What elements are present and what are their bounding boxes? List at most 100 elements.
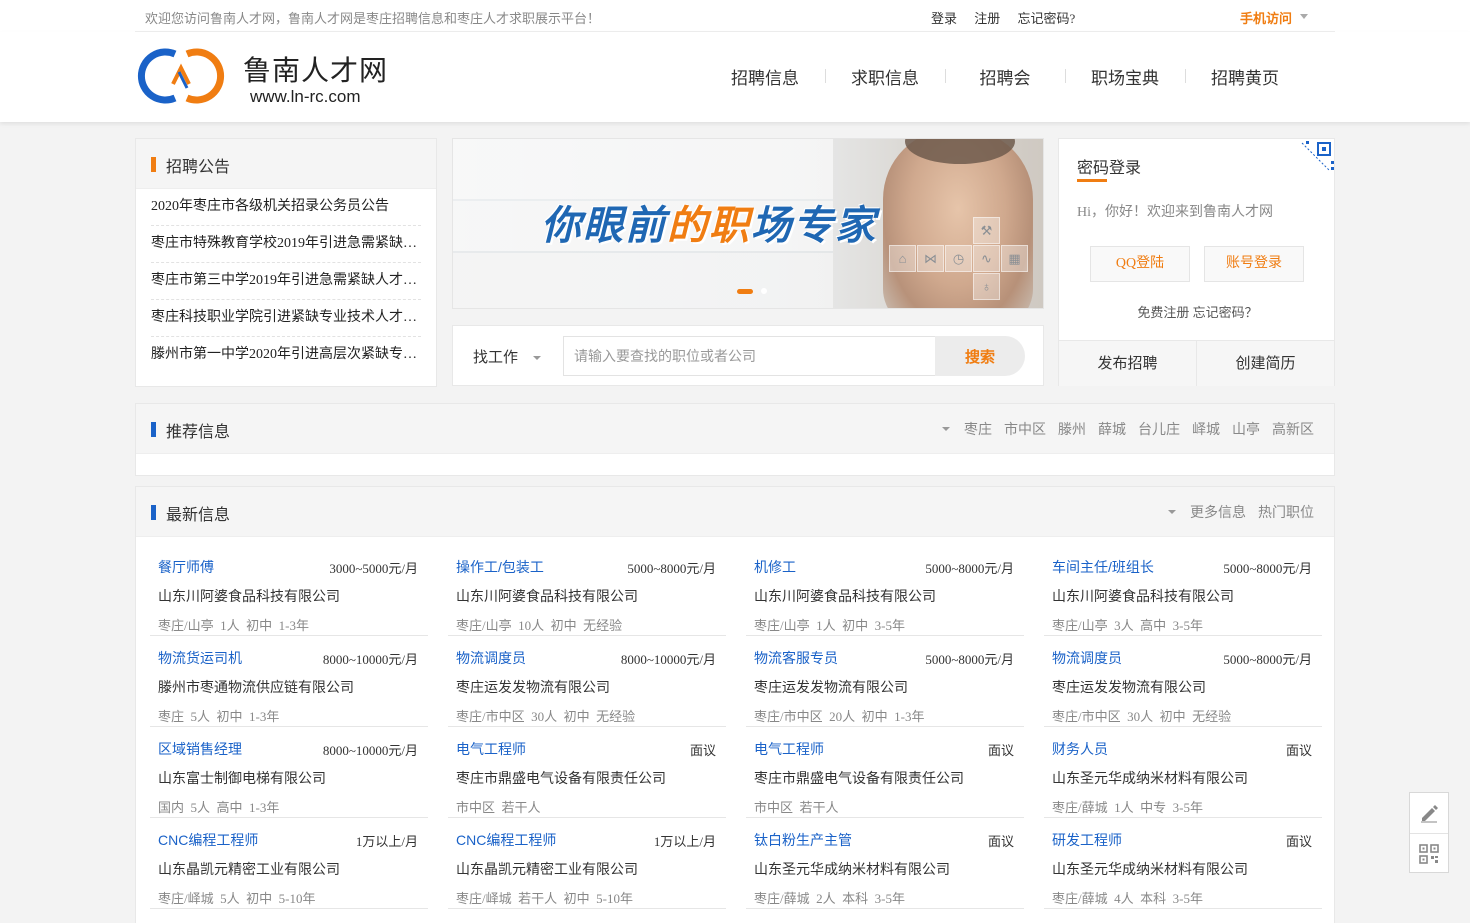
job-salary: 面议 [1285, 834, 1312, 849]
job-title-link[interactable]: 财务人员 [1052, 739, 1314, 759]
login-links: 免费注册 忘记密码？ [1059, 302, 1336, 321]
job-salary: 5000~8000元/月 [627, 561, 716, 576]
carousel-dot-active[interactable] [737, 288, 753, 294]
job-salary: 面议 [1285, 743, 1312, 758]
job-meta: 枣庄/峄城 若干人 初中 5-10年 [456, 891, 633, 906]
notice-item[interactable]: 枣庄市特殊教育学校2019年引进急需紧缺人才公告 [151, 226, 421, 263]
nav-yellow-pages[interactable]: 招聘黄页 [1185, 64, 1305, 88]
job-card[interactable]: 操作工/包装工 5000~8000元/月 山东川阿婆食品科技有限公司 枣庄/山亭 10… [448, 545, 726, 636]
job-company-link[interactable]: 枣庄市鼎盛电气设备有限责任公司 [456, 768, 718, 788]
job-meta: 枣庄/山亭 1人 初中 3-5年 [754, 618, 905, 633]
login-link[interactable]: 登录 [931, 11, 957, 26]
login-title[interactable]: 密码登录 [1077, 154, 1141, 178]
search-input[interactable] [563, 336, 935, 376]
job-company-link[interactable]: 枣庄运发发物流有限公司 [456, 677, 718, 697]
job-card[interactable]: 餐厅师傅 3000~5000元/月 山东川阿婆食品科技有限公司 枣庄/山亭 1人 初中… [150, 545, 428, 636]
job-company-link[interactable]: 山东川阿婆食品科技有限公司 [158, 586, 420, 606]
job-salary: 面议 [987, 743, 1014, 758]
create-resume-button[interactable]: 创建简历 [1196, 341, 1334, 386]
latest-title: 最新信息 [166, 507, 231, 524]
job-company-link[interactable]: 山东圣元华成纳米材料有限公司 [754, 859, 1016, 879]
forgot-password-link[interactable]: 忘记密码？ [1193, 305, 1258, 320]
job-card[interactable]: 区域销售经理 8000~10000元/月 山东富士制御电梯有限公司 国内 5人 高中 … [150, 727, 428, 818]
job-title-link[interactable]: 研发工程师 [1052, 830, 1314, 850]
bulb-icon: ♁ [973, 273, 1000, 300]
nav-jobseeker-info[interactable]: 求职信息 [825, 64, 945, 88]
hot-jobs-link[interactable]: 热门职位 [1258, 502, 1314, 522]
job-card[interactable]: 研发工程师 面议 山东圣元华成纳米材料有限公司 枣庄/薛城 4人 本科 3-5年 [1044, 818, 1322, 909]
carousel-dot[interactable] [761, 288, 767, 294]
job-company-link[interactable]: 山东圣元华成纳米材料有限公司 [1052, 859, 1314, 879]
notices-panel: 招聘公告 2020年枣庄市各级机关招录公务员公告 枣庄市特殊教育学校2019年引… [135, 138, 437, 387]
register-link[interactable]: 注册 [974, 11, 1000, 26]
feedback-button[interactable] [1410, 793, 1448, 833]
job-card[interactable]: CNC编程工程师 1万以上/月 山东晶凯元精密工业有限公司 枣庄/峄城 若干人 初中 … [448, 818, 726, 909]
more-info-link[interactable]: 更多信息 [1190, 502, 1246, 522]
job-company-link[interactable]: 山东川阿婆食品科技有限公司 [1052, 586, 1314, 606]
account-login-button[interactable]: 账号登录 [1204, 246, 1304, 282]
search-box: 找工作 搜索 [452, 325, 1044, 386]
section-marker [151, 157, 156, 172]
job-company-link[interactable]: 山东圣元华成纳米材料有限公司 [1052, 768, 1314, 788]
job-card[interactable]: 物流货运司机 8000~10000元/月 滕州市枣通物流供应链有限公司 枣庄 5人 初… [150, 636, 428, 727]
notice-item[interactable]: 2020年枣庄市各级机关招录公务员公告 [151, 189, 421, 226]
nav-recruit-info[interactable]: 招聘信息 [705, 64, 825, 88]
filter-taierzhuang[interactable]: 台儿庄 [1138, 419, 1180, 439]
job-card[interactable]: 钛白粉生产主管 面议 山东圣元华成纳米材料有限公司 枣庄/薛城 2人 本科 3-5年 [746, 818, 1024, 909]
job-card[interactable]: 电气工程师 面议枣庄市鼎盛电气设备有限责任公司市中区 若干人 [746, 727, 1024, 818]
free-register-link[interactable]: 免费注册 [1137, 305, 1189, 320]
qr-code-icon[interactable] [1298, 139, 1334, 175]
nav-career-guide[interactable]: 职场宝典 [1065, 64, 1185, 88]
job-card[interactable]: 财务人员 面议 山东圣元华成纳米材料有限公司 枣庄/薛城 1人 中专 3-5年 [1044, 727, 1322, 818]
job-company-link[interactable]: 枣庄市鼎盛电气设备有限责任公司 [754, 768, 1016, 788]
job-card[interactable]: 机修工 5000~8000元/月 山东川阿婆食品科技有限公司 枣庄/山亭 1人 初中 … [746, 545, 1024, 636]
filter-xuecheng[interactable]: 薛城 [1098, 419, 1126, 439]
job-title-link[interactable]: 电气工程师 [456, 739, 718, 759]
job-company-link[interactable]: 枣庄运发发物流有限公司 [754, 677, 1016, 697]
filter-tengzhou[interactable]: 滕州 [1058, 419, 1086, 439]
job-company-link[interactable]: 山东川阿婆食品科技有限公司 [456, 586, 718, 606]
filter-shizhong[interactable]: 市中区 [1004, 419, 1046, 439]
job-salary: 面议 [689, 743, 716, 758]
notice-item[interactable]: 枣庄市第三中学2019年引进急需紧缺人才公告 [151, 263, 421, 300]
job-company-link[interactable]: 山东富士制御电梯有限公司 [158, 768, 420, 788]
search-button[interactable]: 搜索 [935, 336, 1025, 376]
job-card[interactable]: 电气工程师 面议 枣庄市鼎盛电气设备有限责任公司 市中区 若干人 [448, 727, 726, 818]
forgot-password-link[interactable]: 忘记密码? [1018, 11, 1076, 26]
slogan-highlight: 的职 [667, 204, 751, 248]
notice-item[interactable]: 枣庄科技职业学院引进紧缺专业技术人才公告 [151, 300, 421, 337]
carousel-dots [737, 288, 767, 294]
mobile-access-link[interactable]: 手机访问 [1240, 8, 1292, 27]
qr-code-button[interactable] [1410, 833, 1448, 873]
filter-gaoxin[interactable]: 高新区 [1272, 419, 1314, 439]
qq-login-button[interactable]: QQ登陆 [1090, 246, 1190, 282]
search-type-select[interactable]: 找工作 [473, 346, 518, 367]
filter-shanting[interactable]: 山亭 [1232, 419, 1260, 439]
job-company-link[interactable]: 山东晶凯元精密工业有限公司 [456, 859, 718, 879]
filter-zaozhuang[interactable]: 枣庄 [964, 419, 992, 439]
job-title-link[interactable]: 电气工程师 [754, 739, 1016, 759]
job-card[interactable]: 物流调度员 5000~8000元/月 枣庄运发发物流有限公司 枣庄/市中区 30人 初… [1044, 636, 1322, 727]
job-meta: 枣庄/市中区 30人 初中 无经验 [456, 709, 636, 724]
job-meta: 市中区 若干人 [754, 800, 839, 815]
wrench-icon: ⚒ [973, 217, 1000, 244]
job-company-link[interactable]: 枣庄运发发物流有限公司 [1052, 677, 1314, 697]
job-card[interactable]: CNC编程工程师 1万以上/月 山东晶凯元精密工业有限公司 枣庄/峄城 5人 初中 5… [150, 818, 428, 909]
post-job-button[interactable]: 发布招聘 [1059, 341, 1196, 386]
job-company-link[interactable]: 滕州市枣通物流供应链有限公司 [158, 677, 420, 697]
trend-icon: ∿ [973, 245, 1000, 272]
job-card[interactable]: 车间主任/班组长 5000~8000元/月 山东川阿婆食品科技有限公司 枣庄/山亭 3… [1044, 545, 1322, 636]
notice-item[interactable]: 滕州市第一中学2020年引进高层次紧缺专业人才公告 [151, 337, 421, 374]
job-company-link[interactable]: 山东川阿婆食品科技有限公司 [754, 586, 1016, 606]
logo-icon[interactable] [135, 46, 227, 106]
filter-yicheng[interactable]: 峄城 [1192, 419, 1220, 439]
job-company-link[interactable]: 山东晶凯元精密工业有限公司 [158, 859, 420, 879]
job-salary: 5000~8000元/月 [925, 561, 1014, 576]
job-title-link[interactable]: 钛白粉生产主管 [754, 830, 1016, 850]
nav-job-fair[interactable]: 招聘会 [945, 64, 1065, 88]
banner-icon-grid: ⚒ ⌂ ⋈ ◷ ∿ ▦ ♁ [889, 217, 1028, 300]
hero-banner[interactable]: 你眼前的职场专家 ⚒ ⌂ ⋈ ◷ ∿ ▦ ♁ [452, 138, 1044, 309]
job-card[interactable]: 物流客服专员 5000~8000元/月 枣庄运发发物流有限公司 枣庄/市中区 20人 … [746, 636, 1024, 727]
login-greeting: Hi，你好！欢迎来到鲁南人才网 [1077, 205, 1273, 220]
job-card[interactable]: 物流调度员 8000~10000元/月 枣庄运发发物流有限公司 枣庄/市中区 30人 … [448, 636, 726, 727]
